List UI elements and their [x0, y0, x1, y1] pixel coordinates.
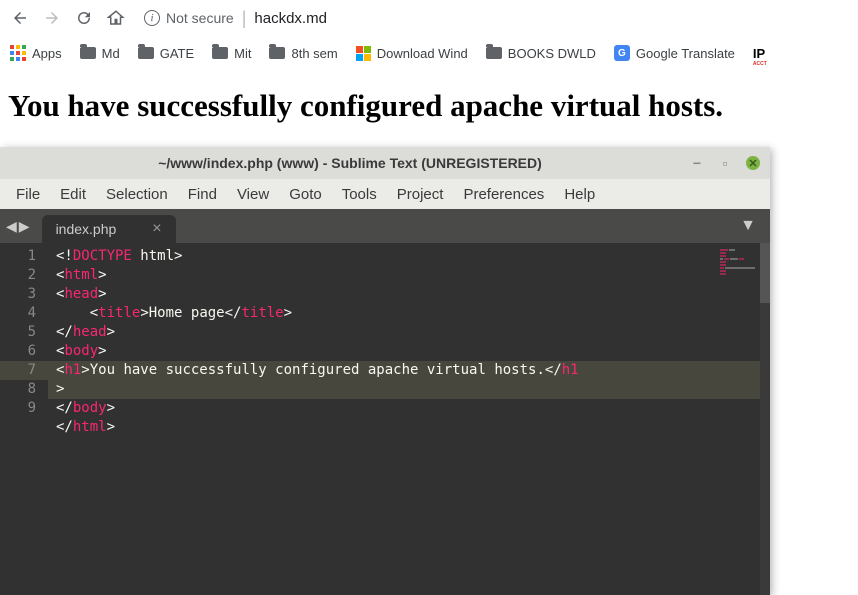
bookmark-8thsem[interactable]: 8th sem	[269, 46, 337, 61]
folder-icon	[212, 47, 228, 59]
maximize-button[interactable]: ▫	[718, 156, 732, 170]
folder-icon	[269, 47, 285, 59]
google-translate-icon: G	[614, 45, 630, 61]
menu-tools[interactable]: Tools	[332, 182, 387, 207]
menu-find[interactable]: Find	[178, 182, 227, 207]
bookmark-download-windows[interactable]: Download Wind	[356, 46, 468, 61]
url-text: hackdx.md	[254, 10, 327, 27]
menu-selection[interactable]: Selection	[96, 182, 178, 207]
bookmark-google-translate[interactable]: G Google Translate	[614, 45, 735, 61]
menu-preferences[interactable]: Preferences	[453, 182, 554, 207]
url-separator: |	[242, 8, 247, 29]
sublime-editor[interactable]: 1 2 3 4 5 6 7 8 9 <!DOCTYPE html> <html>…	[0, 243, 770, 595]
sublime-window: ~/www/index.php (www) - Sublime Text (UN…	[0, 147, 770, 595]
apps-button[interactable]: Apps	[10, 45, 62, 61]
microsoft-icon	[356, 46, 371, 61]
bookmark-books-dwld[interactable]: BOOKS DWLD	[486, 46, 596, 61]
window-controls: − ▫	[690, 156, 760, 170]
code-area[interactable]: <!DOCTYPE html> <html> <head> <title>Hom…	[48, 243, 770, 595]
menu-help[interactable]: Help	[554, 182, 605, 207]
tab-nav: ◀ ▶	[6, 209, 30, 243]
page-content: You have successfully configured apache …	[0, 70, 858, 142]
folder-icon	[138, 47, 154, 59]
sublime-tabbar: ◀ ▶ index.php × ▼	[0, 209, 770, 243]
security-badge[interactable]: i Not secure	[144, 10, 234, 26]
bookmarks-bar: Apps Md GATE Mit 8th sem Download Wind B…	[0, 36, 858, 70]
line-gutter: 1 2 3 4 5 6 7 8 9	[0, 243, 48, 595]
folder-icon	[80, 47, 96, 59]
sublime-menubar: File Edit Selection Find View Goto Tools…	[0, 179, 770, 209]
ip-icon: IP	[753, 46, 765, 61]
menu-file[interactable]: File	[6, 182, 50, 207]
scrollbar-thumb[interactable]	[760, 243, 770, 303]
menu-project[interactable]: Project	[387, 182, 454, 207]
browser-toolbar: i Not secure | hackdx.md	[0, 0, 858, 36]
bookmark-ip[interactable]: IP	[753, 46, 765, 61]
tab-dropdown-icon[interactable]: ▼	[740, 209, 764, 243]
forward-button[interactable]	[40, 6, 64, 30]
tab-next-icon[interactable]: ▶	[19, 218, 30, 235]
security-text: Not secure	[166, 10, 234, 26]
scrollbar[interactable]	[760, 243, 770, 595]
tab-prev-icon[interactable]: ◀	[6, 218, 17, 235]
editor-tab[interactable]: index.php ×	[42, 215, 176, 243]
apps-grid-icon	[10, 45, 26, 61]
menu-view[interactable]: View	[227, 182, 279, 207]
menu-edit[interactable]: Edit	[50, 182, 96, 207]
reload-button[interactable]	[72, 6, 96, 30]
info-icon: i	[144, 10, 160, 26]
sublime-titlebar[interactable]: ~/www/index.php (www) - Sublime Text (UN…	[0, 147, 770, 179]
home-button[interactable]	[104, 6, 128, 30]
minimize-button[interactable]: −	[690, 156, 704, 170]
address-bar[interactable]: i Not secure | hackdx.md	[144, 8, 327, 29]
sublime-title: ~/www/index.php (www) - Sublime Text (UN…	[10, 155, 690, 171]
bookmark-gate[interactable]: GATE	[138, 46, 194, 61]
page-heading: You have successfully configured apache …	[8, 88, 850, 124]
tab-close-icon[interactable]: ×	[152, 220, 161, 238]
menu-goto[interactable]: Goto	[279, 182, 332, 207]
minimap[interactable]	[720, 249, 760, 279]
close-button[interactable]	[746, 156, 760, 170]
folder-icon	[486, 47, 502, 59]
bookmark-md[interactable]: Md	[80, 46, 120, 61]
tab-filename: index.php	[56, 221, 117, 237]
bookmark-mit[interactable]: Mit	[212, 46, 251, 61]
apps-label: Apps	[32, 46, 62, 61]
back-button[interactable]	[8, 6, 32, 30]
